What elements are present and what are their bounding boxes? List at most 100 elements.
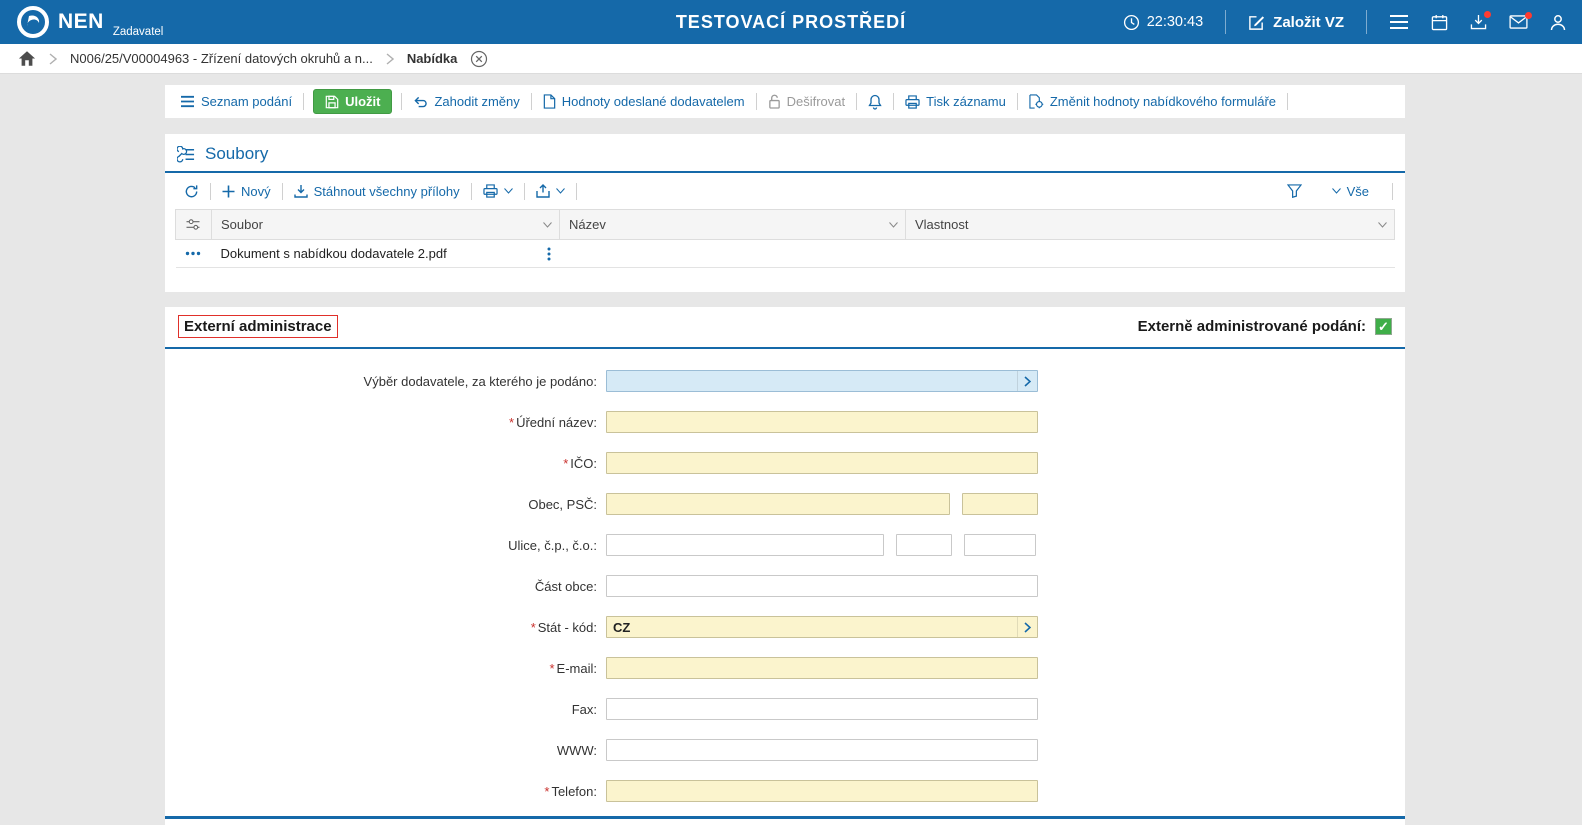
lookup-open-button[interactable] [1017, 371, 1037, 391]
refresh-icon [184, 184, 199, 199]
pencil-icon [1248, 14, 1265, 31]
lookup-open-button[interactable] [1017, 617, 1037, 637]
new-file-button[interactable]: Nový [213, 184, 280, 199]
calendar-icon [1431, 14, 1448, 31]
topbar-actions: 22:30:43 Založit VZ [1123, 10, 1566, 34]
breadcrumb-current: Nabídka [407, 51, 458, 66]
breadcrumb: N006/25/V00004963 - Zřízení datových okr… [0, 44, 1582, 74]
chevron-right-icon [1024, 622, 1031, 633]
downloads-button[interactable] [1470, 14, 1487, 30]
bell-icon [868, 94, 882, 110]
external-admin-checkbox[interactable] [1375, 318, 1392, 335]
row-actions-cell[interactable] [176, 240, 212, 268]
file-cell-nazev[interactable] [560, 240, 906, 268]
breadcrumb-procurement[interactable]: N006/25/V00004963 - Zřízení datových okr… [70, 51, 373, 66]
form-row-uredni-nazev: *Úřední název: [165, 411, 1405, 433]
field-label: Výběr dodavatele, za kterého je podáno: [165, 374, 606, 389]
ico-input[interactable] [606, 452, 1038, 474]
print-menu-button[interactable] [474, 184, 522, 198]
stat-kod-lookup-field[interactable]: CZ [606, 616, 1038, 638]
column-header-vlastnost[interactable]: Vlastnost [906, 210, 1395, 240]
main-menu-button[interactable] [1389, 14, 1409, 30]
field-label: *Telefon: [165, 784, 606, 799]
home-button[interactable] [18, 50, 36, 67]
save-button[interactable]: Uložit [313, 89, 392, 114]
download-all-label: Stáhnout všechny přílohy [314, 184, 460, 199]
user-profile-button[interactable] [1550, 14, 1566, 31]
nen-logo-block[interactable]: NEN Zadavatel [16, 5, 163, 39]
column-settings-header[interactable] [176, 210, 212, 240]
telefon-input[interactable] [606, 780, 1038, 802]
toolbar-separator [1287, 93, 1288, 110]
export-menu-button[interactable] [527, 184, 574, 198]
filter-caret-icon[interactable] [889, 222, 898, 228]
label-text: Výběr dodavatele, za kterého je podáno: [364, 374, 597, 389]
toolbar-separator [1017, 93, 1018, 110]
files-table-header-row: Soubor Název Vlastnost [176, 210, 1395, 240]
file-table-row[interactable]: Dokument s nabídkou dodavatele 2.pdf [176, 240, 1395, 268]
topbar-divider [1225, 10, 1226, 34]
co-input[interactable] [964, 534, 1036, 556]
ulice-input[interactable] [606, 534, 884, 556]
file-cell-soubor[interactable]: Dokument s nabídkou dodavatele 2.pdf [212, 240, 560, 268]
field-label: *Úřední název: [165, 415, 606, 430]
external-admin-section: Externí administrace Externě administrov… [165, 307, 1405, 819]
supplier-lookup-field[interactable] [606, 370, 1038, 392]
toolbar-separator [282, 183, 283, 200]
messages-button[interactable] [1509, 15, 1528, 29]
print-record-button[interactable]: Tisk záznamu [896, 94, 1015, 109]
close-tab-button[interactable] [470, 50, 488, 68]
filter-caret-icon[interactable] [1378, 222, 1387, 228]
psc-input[interactable] [962, 493, 1038, 515]
files-section: Soubory Nový Stáhnout všechny přílohy [165, 134, 1405, 292]
cp-input[interactable] [896, 534, 952, 556]
seznam-podani-button[interactable]: Seznam podání [171, 94, 301, 109]
discard-changes-button[interactable]: Zahodit změny [404, 94, 528, 109]
column-header-soubor[interactable]: Soubor [212, 210, 560, 240]
close-circle-icon [470, 50, 488, 68]
filter-caret-icon[interactable] [543, 222, 552, 228]
caret-down-icon [1332, 188, 1341, 194]
file-cell-vlastnost[interactable] [906, 240, 1395, 268]
email-input[interactable] [606, 657, 1038, 679]
change-form-values-button[interactable]: Změnit hodnoty nabídkového formuláře [1020, 94, 1285, 109]
fax-input[interactable] [606, 698, 1038, 720]
app-title: NEN [58, 10, 104, 34]
files-toolbar: Nový Stáhnout všechny přílohy [165, 173, 1405, 209]
printer-icon [483, 184, 498, 198]
toolbar-separator [856, 93, 857, 110]
chevron-right-icon [1024, 376, 1031, 387]
toolbar-separator [576, 183, 577, 200]
sliders-icon [185, 218, 201, 231]
www-input[interactable] [606, 739, 1038, 761]
document-gear-icon [1029, 94, 1044, 109]
view-all-dropdown[interactable]: Vše [1323, 184, 1378, 199]
required-marker: * [509, 415, 514, 430]
person-icon [1550, 14, 1566, 31]
column-header-nazev[interactable]: Název [560, 210, 906, 240]
clock-icon [1123, 14, 1140, 31]
supplier-values-button[interactable]: Hodnoty odeslané dodavatelem [534, 94, 754, 109]
file-name[interactable]: Dokument s nabídkou dodavatele 2.pdf [221, 246, 447, 261]
obec-input[interactable] [606, 493, 950, 515]
calendar-button[interactable] [1431, 14, 1448, 31]
field-label: Část obce: [165, 579, 606, 594]
column-label-soubor: Soubor [221, 217, 263, 232]
label-text: Fax: [572, 702, 597, 717]
home-icon [18, 50, 36, 67]
uredni-nazev-input[interactable] [606, 411, 1038, 433]
decrypt-label: Dešifrovat [787, 94, 846, 109]
form-row-email: *E-mail: [165, 657, 1405, 679]
create-vz-button[interactable]: Založit VZ [1248, 14, 1344, 31]
document-icon [543, 94, 556, 109]
notification-bell-button[interactable] [859, 94, 891, 110]
filter-button[interactable] [1278, 184, 1311, 198]
chevron-right-icon [386, 53, 394, 65]
cast-obce-input[interactable] [606, 575, 1038, 597]
refresh-button[interactable] [175, 184, 208, 199]
kebab-menu-icon[interactable] [547, 247, 551, 261]
download-all-attachments-button[interactable]: Stáhnout všechny přílohy [285, 184, 469, 199]
toolbar-separator [401, 93, 402, 110]
form-row-ulice: Ulice, č.p., č.o.: [165, 534, 1405, 556]
messages-notification-badge [1525, 12, 1532, 19]
